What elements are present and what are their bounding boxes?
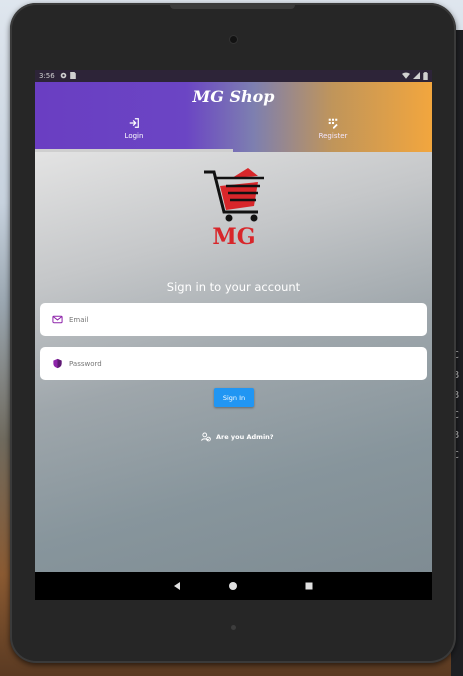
signal-icon — [413, 72, 420, 79]
shield-icon — [53, 358, 62, 369]
login-icon — [129, 118, 139, 128]
cart-logo: MG — [204, 168, 264, 250]
tab-register[interactable]: Register — [234, 117, 432, 147]
device-screen: 3:56 MG Shop Login Register MG Sign in t… — [35, 70, 432, 600]
app-bar: MG Shop Login Register — [35, 82, 432, 152]
email-input[interactable] — [69, 315, 369, 324]
admin-person-icon — [201, 432, 211, 442]
tablet-emulator-frame: 3:56 MG Shop Login Register MG Sign in t… — [10, 3, 456, 663]
app-title: MG Shop — [192, 87, 275, 106]
status-right-icons — [402, 72, 428, 80]
mail-icon — [52, 315, 63, 324]
email-field[interactable] — [40, 303, 427, 336]
logo-text: MG — [212, 224, 255, 250]
speaker-grill — [170, 3, 295, 9]
home-icon[interactable] — [228, 581, 238, 591]
signin-heading: Sign in to your account — [166, 280, 301, 294]
recents-icon[interactable] — [304, 581, 314, 591]
wifi-icon — [402, 72, 410, 79]
password-input[interactable] — [69, 359, 369, 368]
password-field[interactable] — [40, 347, 427, 380]
sim-card-icon — [69, 71, 76, 81]
battery-icon — [423, 72, 428, 80]
bottom-sensor — [231, 625, 236, 630]
front-camera — [230, 36, 237, 43]
login-body: MG Sign in to your account Sign In — [35, 152, 432, 572]
admin-link-label: Are you Admin? — [216, 433, 274, 441]
back-icon[interactable] — [172, 581, 182, 591]
status-bar: 3:56 — [35, 70, 432, 82]
navigation-bar — [35, 572, 432, 600]
settings-icon — [60, 72, 67, 81]
tab-login-label: Login — [124, 132, 144, 140]
status-time: 3:56 — [39, 72, 55, 80]
admin-link[interactable]: Are you Admin? — [201, 432, 274, 442]
register-icon — [328, 118, 338, 129]
tab-register-label: Register — [318, 132, 348, 140]
sign-in-button[interactable]: Sign In — [214, 388, 254, 407]
tab-login[interactable]: Login — [35, 117, 233, 147]
